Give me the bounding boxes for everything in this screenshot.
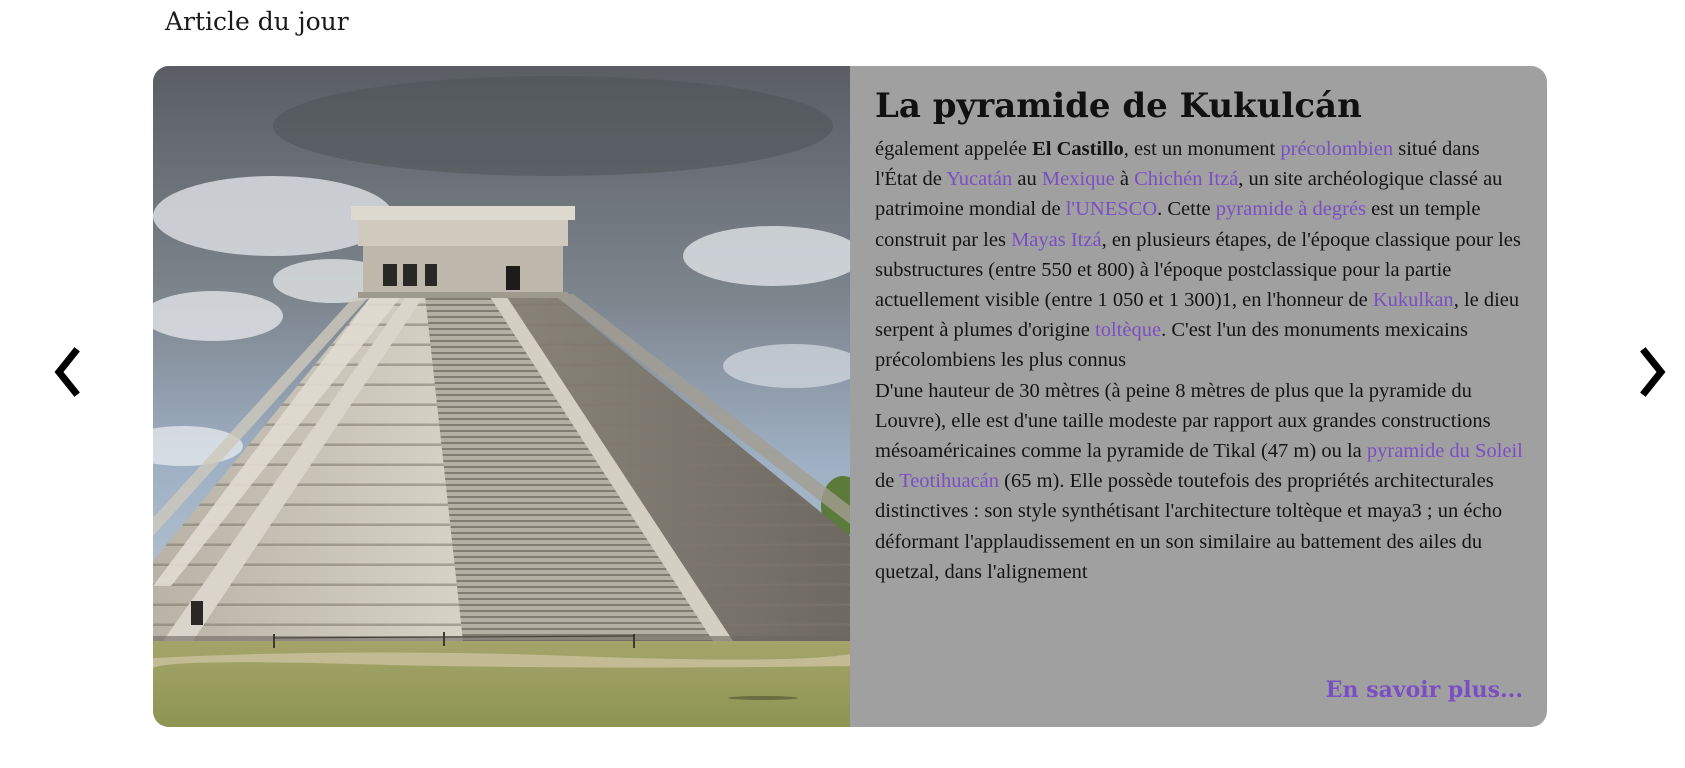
link-yucatan[interactable]: Yucatán — [946, 168, 1012, 190]
link-tolteque[interactable]: toltèque — [1095, 319, 1161, 341]
article-title: La pyramide de Kukulcán — [875, 86, 1362, 126]
link-pyramide-a-degres[interactable]: pyramide à degrés — [1216, 198, 1366, 220]
text: également appelée — [875, 138, 1033, 160]
link-mayas-itza[interactable]: Mayas Itzá — [1011, 229, 1102, 251]
section-title: Article du jour — [165, 7, 349, 36]
link-chichen-itza[interactable]: Chichén Itzá — [1134, 168, 1238, 190]
article-body: également appelée El Castillo, est un mo… — [875, 134, 1523, 587]
page: Article du jour La pyramide de Kukulcán … — [0, 0, 1685, 768]
link-unesco[interactable]: l'UNESCO — [1066, 198, 1157, 220]
article-paragraph: D'une hauteur de 30 mètres (à peine 8 mè… — [875, 376, 1523, 587]
article-panel: La pyramide de Kukulcán également appelé… — [850, 66, 1547, 727]
article-image[interactable] — [153, 66, 850, 727]
text: à — [1114, 168, 1135, 191]
carousel-next-button[interactable] — [1631, 344, 1675, 400]
bold-term: El Castillo — [1032, 138, 1124, 160]
chevron-left-icon — [54, 347, 80, 397]
pyramid-photo — [153, 66, 850, 727]
text: de — [875, 470, 900, 493]
link-teotihuacan[interactable]: Teotihuacán — [899, 470, 999, 492]
text: , est un monument — [1123, 138, 1281, 160]
link-kukulkan[interactable]: Kukulkan — [1373, 289, 1454, 311]
link-precolombien[interactable]: précolombien — [1280, 138, 1393, 160]
read-more-link[interactable]: En savoir plus... — [1326, 677, 1523, 703]
link-pyramide-du-soleil[interactable]: pyramide du Soleil — [1367, 440, 1523, 462]
carousel-prev-button[interactable] — [45, 344, 89, 400]
text: au — [1012, 168, 1042, 191]
link-mexique[interactable]: Mexique — [1042, 168, 1115, 190]
featured-article-card: La pyramide de Kukulcán également appelé… — [153, 66, 1547, 727]
chevron-right-icon — [1640, 347, 1666, 397]
text: . Cette — [1157, 198, 1216, 221]
article-paragraph: également appelée El Castillo, est un mo… — [875, 134, 1523, 376]
